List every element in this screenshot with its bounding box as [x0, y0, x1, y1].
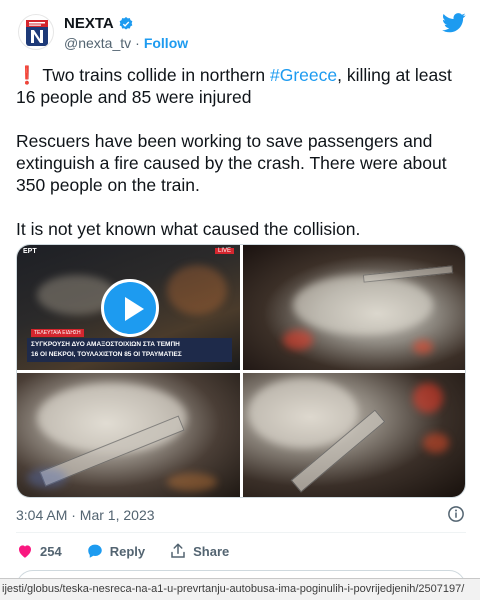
divider — [16, 532, 466, 533]
ticker-headline-2: 16 ΟΙ ΝΕΚΡΟΙ, ΤΟΥΛΑΧΙΣΤΟΝ 85 ΟΙ ΤΡΑΥΜΑΤΙ… — [31, 351, 182, 358]
like-count: 254 — [40, 543, 62, 559]
share-icon — [171, 543, 185, 558]
play-icon — [125, 297, 144, 321]
verified-badge-icon — [119, 16, 133, 30]
ticker-headline-1: ΣΥΓΚΡΟΥΣΗ ΔΥΟ ΑΜΑΞΟΣΤΟΙΧΙΩΝ ΣΤΑ ΤΕΜΠΗ — [31, 341, 180, 348]
share-label: Share — [193, 543, 230, 559]
share-button[interactable]: Share — [169, 542, 229, 560]
account-handle[interactable]: @nexta_tv — [64, 35, 131, 51]
account-name[interactable]: NEXTA — [64, 15, 114, 32]
tweet-header: NEXTA @nexta_tv · Follow — [16, 12, 466, 56]
heart-icon — [19, 545, 31, 558]
like-button[interactable]: 254 — [16, 542, 62, 560]
channel-logo: ΕΡΤ — [23, 248, 37, 255]
reply-button[interactable]: Reply — [86, 542, 145, 560]
tweet-card: NEXTA @nexta_tv · Follow ❗ Two trains co… — [0, 0, 480, 600]
reply-bubble-icon — [87, 544, 102, 558]
tweet-line1-pre: Two trains collide in northern — [42, 65, 270, 85]
tweet-timestamp[interactable]: 3:04 AM · Mar 1, 2023 — [16, 507, 155, 523]
news-ticker: ΤΕΛΕΥΤΑΙΑ ΕΙΔΗΣΗ ΣΥΓΚΡΟΥΣΗ ΔΥΟ ΑΜΑΞΟΣΤΟΙ… — [27, 329, 232, 362]
separator-dot: · — [135, 35, 140, 51]
tweet-paragraph-2: Rescuers have been working to save passe… — [16, 131, 447, 195]
follow-button[interactable]: Follow — [144, 35, 188, 51]
hashtag-link[interactable]: #Greece — [270, 65, 337, 85]
media-grid: ΕΡΤ LIVE ΤΕΛΕΥΤΑΙΑ ΕΙΔΗΣΗ ΣΥΓΚΡΟΥΣΗ ΔΥΟ … — [16, 244, 466, 498]
crash-photo-4[interactable] — [243, 373, 465, 497]
avatar[interactable] — [18, 14, 54, 50]
info-icon[interactable] — [447, 505, 465, 523]
twitter-bird-icon[interactable] — [442, 12, 466, 34]
crash-photo-3[interactable] — [17, 373, 240, 497]
breaking-tag: ΤΕΛΕΥΤΑΙΑ ΕΙΔΗΣΗ — [31, 329, 84, 337]
video-thumbnail[interactable]: ΕΡΤ LIVE ΤΕΛΕΥΤΑΙΑ ΕΙΔΗΣΗ ΣΥΓΚΡΟΥΣΗ ΔΥΟ … — [17, 245, 240, 370]
live-badge: LIVE — [214, 248, 234, 254]
tweet-text: ❗ Two trains collide in northern #Greece… — [16, 64, 466, 262]
reply-label: Reply — [109, 543, 146, 559]
nexta-logo-icon — [26, 20, 48, 46]
tweet-paragraph-1: ❗ Two trains collide in northern #Greece… — [16, 64, 466, 108]
action-bar: 254 Reply Share — [16, 540, 229, 562]
crash-photo-2[interactable] — [243, 245, 465, 370]
exclamation-emoji: ❗ — [16, 65, 38, 85]
play-button[interactable] — [101, 279, 159, 337]
tweet-paragraph-3: It is not yet known what caused the coll… — [16, 219, 361, 239]
url-status-bar: ijesti/globus/teska-nesreca-na-a1-u-prev… — [0, 578, 480, 600]
